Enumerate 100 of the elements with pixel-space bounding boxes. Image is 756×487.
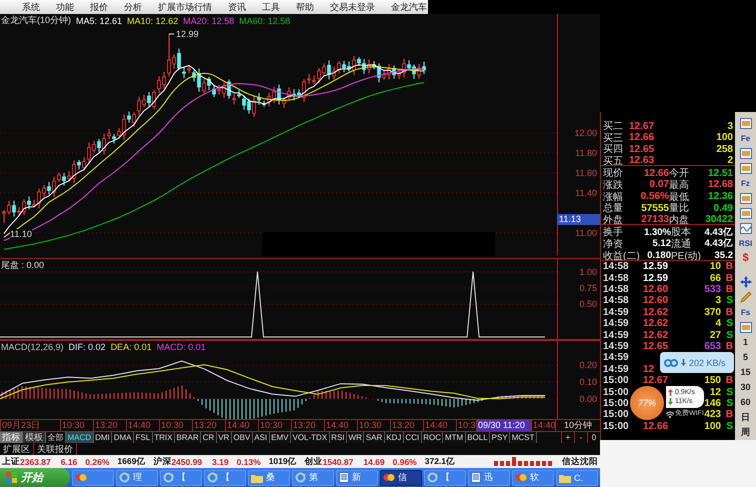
quote-label: 今开 — [669, 167, 689, 180]
zoom-button[interactable]: - — [574, 432, 587, 443]
tool-button[interactable]: RSI — [737, 236, 754, 250]
menu-item[interactable]: 工具 — [262, 0, 280, 14]
period-button[interactable]: 5 — [737, 350, 754, 364]
indicator-tab[interactable]: MCST — [510, 432, 537, 443]
tick-time: 14:59 — [603, 318, 629, 330]
menu-item[interactable]: 分析 — [124, 0, 142, 14]
tool-button[interactable] — [737, 161, 754, 175]
tool-button[interactable] — [737, 116, 754, 130]
menu-item[interactable]: 报价 — [90, 0, 108, 14]
quote-label: 最高 — [669, 178, 689, 192]
quote-value: 5.12 — [652, 238, 671, 250]
tool-button[interactable]: Fz — [737, 176, 754, 190]
taskbar-item[interactable]: 新 — [336, 470, 378, 486]
zoom-button[interactable]: + — [561, 432, 574, 443]
indicator-tab[interactable]: VOL-TDX — [291, 432, 330, 443]
menu-item[interactable]: 扩展市场行情 — [158, 0, 212, 14]
indicator-tab[interactable]: OBV — [232, 432, 253, 443]
tool-button[interactable] — [737, 191, 754, 205]
menu-item[interactable]: 功能 — [56, 0, 74, 14]
tick-volume: 27 — [710, 330, 721, 341]
quote-label: 净资 — [603, 238, 623, 251]
tick-price: 12.67 — [643, 375, 668, 386]
period-button[interactable]: 1 — [737, 335, 754, 349]
ma-legend-label: MA10: 12.62 — [127, 16, 178, 26]
period-button[interactable]: 30 — [737, 380, 754, 394]
panel-tab[interactable]: 模板 — [23, 432, 46, 443]
taskbar-item[interactable]: 【 — [160, 470, 202, 486]
time-label: 13:20 — [291, 420, 324, 431]
quote-label: 涨跌 — [603, 178, 623, 192]
indicator-tab[interactable]: WR — [347, 432, 364, 443]
document-icon — [471, 472, 481, 483]
y-tick-label: 0.20 — [579, 360, 597, 370]
bid-volume: 258 — [716, 144, 733, 155]
taskbar-item[interactable]: 理 — [116, 470, 158, 486]
taskbar-item[interactable] — [72, 470, 114, 486]
indicator-tab[interactable]: KDJ — [384, 432, 404, 443]
panel-tab[interactable]: 指标 — [0, 432, 23, 443]
tick-volume: 4 — [715, 318, 721, 330]
tool-button[interactable] — [737, 320, 754, 334]
quote-label: 最低 — [669, 190, 689, 203]
indicator-tab[interactable]: CR — [201, 432, 217, 443]
taskbar-item[interactable]: 迅 — [468, 470, 510, 486]
indicator-tab[interactable]: BOLL — [466, 432, 490, 443]
window-icon — [740, 148, 752, 158]
menu-item[interactable]: 资讯 — [228, 0, 246, 14]
indicator-tab[interactable]: DMA — [112, 432, 134, 443]
taskbar-item[interactable]: 第 — [292, 470, 334, 486]
browser-icon — [119, 472, 130, 483]
up-arrow-icon — [668, 389, 673, 396]
indicator-tab[interactable]: 全部 — [46, 432, 66, 443]
period-button[interactable]: 周 — [737, 425, 754, 439]
indicator-tab[interactable]: ROC — [422, 432, 444, 443]
tick-price: 12.62 — [643, 318, 668, 330]
y-tick-label: 0.50 — [579, 299, 597, 310]
tool-button[interactable] — [737, 206, 754, 220]
indicator-tab[interactable]: PSY — [490, 432, 510, 443]
tick-side: S — [726, 330, 733, 341]
indicator-tab[interactable]: CCI — [404, 432, 422, 443]
windows-logo-icon — [6, 472, 17, 483]
taskbar-item[interactable]: 信 — [380, 470, 422, 486]
period-button[interactable]: 15 — [737, 365, 754, 379]
browser-icon — [163, 472, 174, 483]
tool-button[interactable] — [737, 221, 754, 235]
indicator-tab[interactable]: DMI — [94, 432, 112, 443]
indicator-tab[interactable]: EMV — [270, 432, 291, 443]
time-label: 10:30 — [258, 420, 291, 431]
tick-side: B — [726, 272, 733, 284]
taskbar-item[interactable]: C. — [556, 470, 598, 486]
period-button[interactable]: 日 — [737, 410, 754, 424]
period-button[interactable]: 60 — [737, 395, 754, 409]
bid-volume: 3 — [727, 120, 733, 132]
menu-item[interactable]: 帮助 — [296, 0, 314, 14]
taskbar-item[interactable]: 桑 — [248, 470, 290, 486]
taskbar-item[interactable]: 【 — [204, 470, 246, 486]
taskbar-item[interactable]: 软 — [512, 470, 554, 486]
indicator-tab[interactable]: SAR — [364, 432, 385, 443]
menu-item[interactable]: 系统 — [22, 0, 40, 14]
pencil-icon — [740, 291, 752, 303]
download-speed: 202 KB/s — [689, 358, 726, 368]
indicator-tab[interactable]: ASI — [252, 432, 270, 443]
indicator-tab[interactable]: VR — [216, 432, 232, 443]
index-value: 2450.99 — [171, 456, 202, 466]
indicator-tab[interactable]: TRIX — [152, 432, 175, 443]
tool-button[interactable]: Fe — [737, 131, 754, 145]
indicator-tab[interactable]: RSI — [330, 432, 348, 443]
tool-button[interactable] — [737, 146, 754, 160]
indicator-tab[interactable]: BRAR — [174, 432, 202, 443]
indicator-tab[interactable]: MACD — [66, 432, 94, 443]
tick-price: 12.62 — [643, 330, 668, 341]
tool-button[interactable]: Fs — [737, 305, 754, 319]
indicator-tab[interactable]: FSL — [134, 432, 153, 443]
quote-label: 买五 — [603, 154, 623, 168]
indicator-tab[interactable]: MTM — [443, 432, 466, 443]
login-status[interactable]: 交易未登录 — [330, 0, 375, 14]
cursor-price-label: 11.13 — [557, 214, 600, 225]
index-value: 2363.87 — [20, 456, 51, 466]
axis-label: 12.00 — [574, 128, 597, 138]
taskbar-item[interactable]: 【 — [424, 470, 466, 486]
